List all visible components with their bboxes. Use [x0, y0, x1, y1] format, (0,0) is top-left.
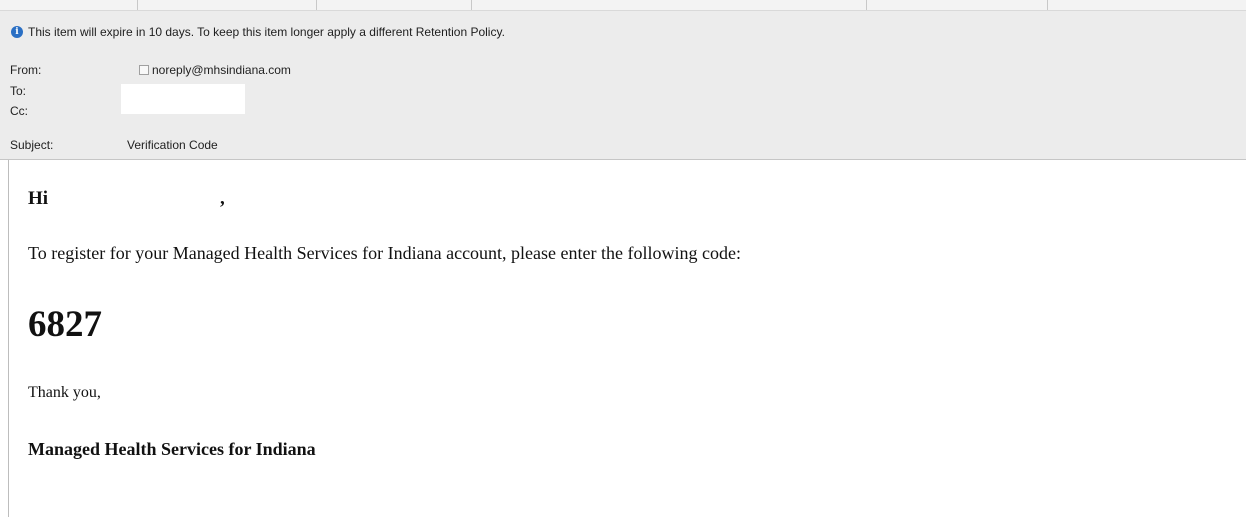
- greeting: Hi: [28, 188, 49, 209]
- signature: Managed Health Services for Indiana: [28, 439, 316, 459]
- column-separator: [1047, 0, 1048, 10]
- verification-code: 6827: [28, 304, 102, 345]
- contact-presence-icon: [139, 65, 149, 75]
- from-address[interactable]: noreply@mhsindiana.com: [152, 63, 291, 77]
- column-separator: [471, 0, 472, 10]
- column-separator: [866, 0, 867, 10]
- info-icon: i: [11, 26, 23, 38]
- thanks-text: Thank you,: [28, 384, 101, 401]
- retention-info-text: This item will expire in 10 days. To kee…: [28, 25, 505, 39]
- from-label: From:: [10, 63, 42, 77]
- column-separator: [137, 0, 138, 10]
- greeting-comma: ,: [220, 188, 225, 209]
- subject-row: Subject: Verification Code: [10, 137, 218, 153]
- intro-text: To register for your Managed Health Serv…: [28, 243, 741, 263]
- to-label: To:: [10, 84, 27, 98]
- to-row: To:: [10, 83, 127, 99]
- from-row: From: noreply@mhsindiana.com: [10, 62, 291, 78]
- reading-pane-border: [8, 160, 9, 517]
- from-contact[interactable]: noreply@mhsindiana.com: [139, 63, 291, 77]
- to-recipient-redacted: [121, 84, 245, 114]
- subject-value: Verification Code: [127, 138, 218, 152]
- message-list-column-strip: [0, 0, 1246, 11]
- subject-label: Subject:: [10, 138, 54, 152]
- cc-label: Cc:: [10, 104, 28, 118]
- retention-info-bar: i This item will expire in 10 days. To k…: [11, 24, 505, 40]
- column-separator: [316, 0, 317, 10]
- cc-row: Cc:: [10, 103, 127, 119]
